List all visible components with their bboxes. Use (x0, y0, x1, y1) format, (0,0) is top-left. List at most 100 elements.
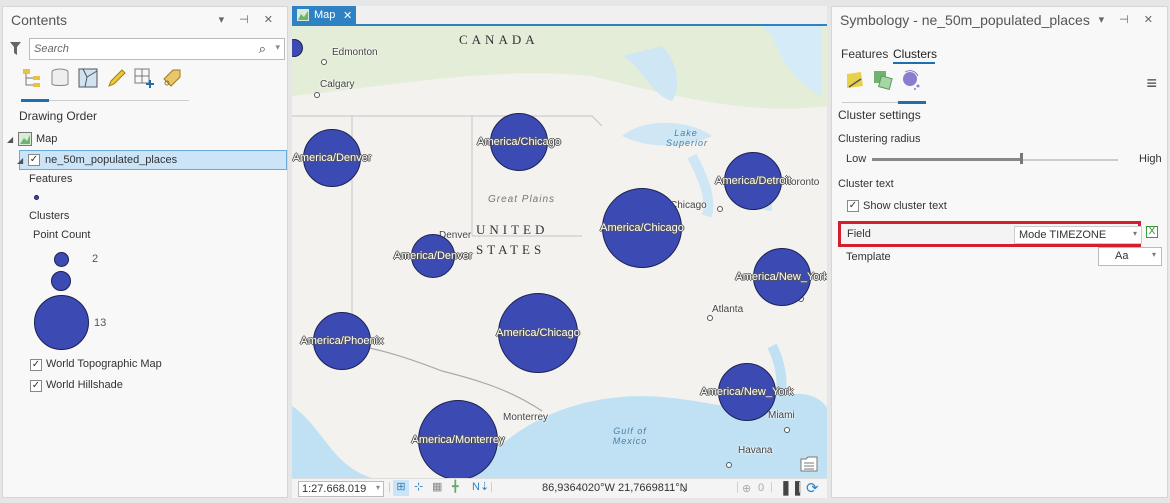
search-dropdown-icon[interactable]: ▾ (275, 42, 280, 53)
basemap-hillshade-checkbox[interactable]: ✓ (30, 380, 42, 392)
chevron-down-icon: ▾ (1151, 250, 1156, 259)
features-heading: Features (29, 173, 73, 185)
cluster-label: America/Monterrey (411, 434, 505, 446)
field-dropdown[interactable]: Mode TIMEZONE ▾ (1014, 226, 1142, 244)
city-label-monterrey: Monterrey (503, 412, 549, 423)
map-tab-label: Map (314, 9, 336, 21)
cluster-label: America/Chicago (496, 327, 580, 339)
map-label-gulf-of-mexico: Gulf of Mexico (612, 426, 648, 446)
tab-clusters-underline (893, 62, 935, 64)
template-dropdown[interactable]: Aa ▾ (1098, 247, 1162, 266)
cluster-label: America/Denver (393, 250, 473, 262)
symbology-title: Symbology - ne_50m_populated_places (840, 12, 1090, 28)
radius-high-label: High (1139, 153, 1162, 165)
active-view-indicator (21, 99, 49, 102)
scale-selector[interactable]: 1:27.668.019 ▾ (298, 481, 384, 497)
menu-icon[interactable]: ≡ (1146, 73, 1157, 94)
city-marker (707, 315, 713, 321)
list-by-labeling-icon[interactable] (161, 67, 183, 89)
layer-name[interactable]: ne_50m_populated_places (45, 154, 177, 166)
contents-pane: Contents ▾ ⊣ ✕ Search ⌕ ▾ Drawing Order … (2, 6, 288, 498)
city-marker (314, 92, 320, 98)
field-label: Field (847, 228, 871, 240)
search-icon[interactable]: ⌕ (259, 41, 266, 57)
basemap-hillshade-label[interactable]: World Hillshade (46, 379, 123, 391)
map-view-pane: Map ✕ CANADA UNITED STATES Great Plains … (292, 6, 827, 498)
basemap-topographic-checkbox[interactable]: ✓ (30, 359, 42, 371)
primary-symbology-icon[interactable] (845, 70, 865, 90)
contents-search-input[interactable]: Search ⌕ ▾ (29, 38, 285, 60)
city-label-atlanta: Atlanta (712, 304, 744, 315)
legend-cluster-large (34, 295, 89, 350)
layer-expand-toggle[interactable]: ◢ (17, 156, 23, 165)
map-label-lake-superior: Lake Superior (666, 128, 709, 148)
city-label-miami: Miami (768, 410, 795, 421)
map-expand-toggle[interactable]: ◢ (7, 135, 13, 144)
constraints-icon[interactable]: ╋ (452, 480, 459, 493)
basemap-topographic-label[interactable]: World Topographic Map (46, 358, 162, 370)
legend-cluster-small (54, 252, 69, 267)
fixed-zoom-icon[interactable]: ⊞ (393, 480, 409, 496)
cluster-label: America/New_York (735, 271, 827, 283)
map-legend-toggle-icon[interactable] (800, 456, 818, 472)
contents-pane-controls[interactable]: ▾ ⊣ ✕ (219, 13, 279, 26)
map-label-united: UNITED (476, 222, 549, 237)
coordinate-readout: 86,9364020°W 21,7669811°N (542, 482, 688, 494)
divider: | (736, 481, 739, 493)
feature-point-symbol[interactable] (34, 195, 39, 200)
show-cluster-text-checkbox[interactable]: ✓ (847, 200, 859, 212)
divider: | (490, 481, 493, 493)
cluster-label: America/Detroit (715, 175, 791, 187)
clusters-heading: Clusters (29, 210, 70, 222)
list-by-editing-icon[interactable] (105, 67, 127, 89)
map-label-canada: CANADA (459, 32, 539, 47)
map-status-bar: 1:27.668.019 ▾ | ⊞ ⊹ ▦ ╋ N⇣ | 86,9364020… (292, 478, 827, 498)
scale-value: 1:27.668.019 (302, 483, 367, 495)
filter-icon[interactable] (10, 42, 21, 55)
map-tab-icon (297, 9, 309, 21)
snapping-icon[interactable]: ⊹ (414, 480, 423, 493)
city-label-edmonton: Edmonton (332, 47, 378, 58)
slider-fill (872, 158, 1020, 161)
drawing-order-heading: Drawing Order (19, 109, 98, 123)
tab-map[interactable]: Map ✕ (292, 6, 356, 24)
coordinate-format-chevron-icon[interactable]: ⌄ (680, 482, 689, 495)
tab-features[interactable]: Features (841, 47, 888, 61)
contents-view-toolbar (21, 67, 183, 95)
city-marker (726, 462, 732, 468)
cluster-label: America/Chicago (477, 136, 561, 148)
divider: | (770, 481, 773, 493)
refresh-icon[interactable]: ⟳ (806, 479, 819, 497)
divider: | (388, 481, 391, 493)
selected-count: 0 (758, 482, 765, 494)
radius-low-label: Low (846, 153, 867, 165)
template-label: Template (846, 251, 891, 263)
legend-cluster-medium (51, 271, 71, 291)
selected-features-icon[interactable]: ⊕ (742, 482, 751, 495)
list-by-drawing-order-icon[interactable] (21, 67, 43, 89)
list-by-source-icon[interactable] (49, 67, 71, 89)
vary-symbology-icon[interactable] (872, 69, 894, 91)
clusters-symbology-icon[interactable] (900, 69, 922, 91)
expression-icon[interactable]: X (1146, 226, 1158, 238)
point-count-heading: Point Count (33, 229, 91, 241)
city-marker (321, 59, 327, 65)
symbology-pane-controls[interactable]: ▾ ⊣ ✕ (1099, 13, 1159, 26)
cluster-label: America/New_York (700, 386, 794, 398)
north-arrow-icon[interactable]: N⇣ (472, 480, 489, 493)
divider: | (798, 481, 801, 493)
grid-icon[interactable]: ▦ (432, 480, 442, 493)
cluster-settings-heading: Cluster settings (838, 108, 921, 122)
map-node-label[interactable]: Map (36, 133, 57, 145)
layer-visibility-checkbox[interactable]: ✓ (28, 154, 40, 166)
city-marker (717, 206, 723, 212)
map-canvas[interactable]: CANADA UNITED STATES Great Plains Lake S… (292, 26, 827, 478)
map-label-great-plains: Great Plains (488, 194, 556, 205)
tab-clusters[interactable]: Clusters (893, 47, 937, 61)
list-by-snapping-icon[interactable] (133, 67, 155, 89)
list-by-selection-icon[interactable] (77, 67, 99, 89)
show-cluster-text-label[interactable]: Show cluster text (863, 200, 947, 212)
slider-thumb[interactable] (1019, 153, 1023, 164)
contents-title: Contents (11, 12, 68, 28)
close-tab-icon[interactable]: ✕ (343, 9, 352, 22)
